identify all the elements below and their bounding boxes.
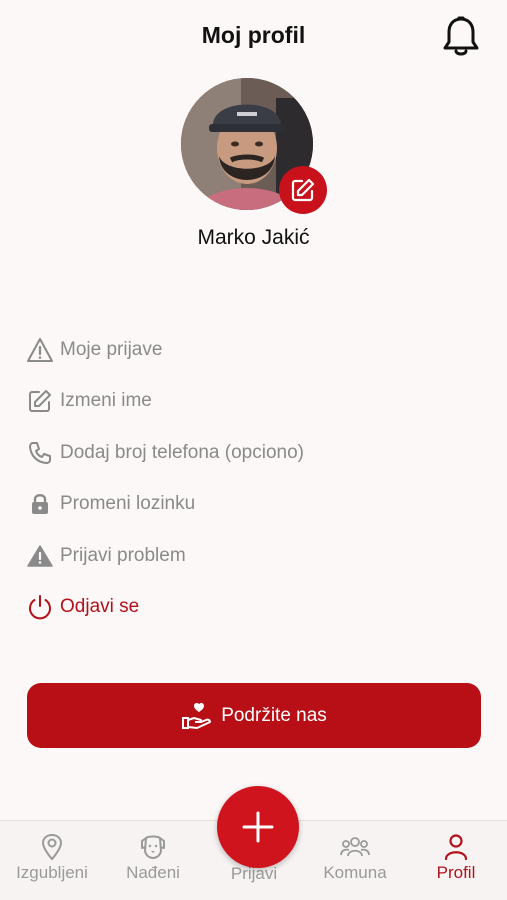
bell-icon[interactable] <box>440 14 482 60</box>
warning-filled-icon <box>26 542 54 570</box>
dog-icon <box>141 835 165 860</box>
nav-item-lost[interactable]: Izgubljeni <box>2 833 102 883</box>
menu-item-change-password[interactable]: Promeni lozinku <box>26 479 466 531</box>
menu-item-my-reports[interactable]: Moje prijave <box>26 324 466 376</box>
menu-item-logout[interactable]: Odjavi se <box>26 582 466 634</box>
menu-item-add-phone[interactable]: Dodaj broj telefona (opciono) <box>26 427 466 479</box>
location-pin-icon <box>41 833 63 861</box>
user-name: Marko Jakić <box>197 226 310 249</box>
nav-item-community[interactable]: Komuna <box>305 833 405 883</box>
edit-icon <box>291 178 315 202</box>
nav-item-label: Izgubljeni <box>16 863 88 882</box>
nav-item-found[interactable]: Nađeni <box>103 833 203 883</box>
warning-outline-icon <box>26 336 54 364</box>
avatar-wrapper <box>181 78 327 214</box>
menu-item-label: Prijavi problem <box>60 544 186 566</box>
plus-icon <box>242 811 274 843</box>
user-icon <box>444 834 468 861</box>
menu-item-report-problem[interactable]: Prijavi problem <box>26 530 466 582</box>
menu-item-label: Izmeni ime <box>60 390 152 412</box>
menu-item-label: Moje prijave <box>60 338 163 360</box>
support-us-button[interactable]: Podržite nas <box>27 683 481 748</box>
menu-item-label: Dodaj broj telefona (opciono) <box>60 441 304 463</box>
edit-avatar-button[interactable] <box>279 166 327 214</box>
edit-icon <box>26 387 54 415</box>
heart-hand-icon <box>181 700 213 732</box>
add-report-button[interactable] <box>217 786 299 868</box>
header: Moj profil <box>0 0 507 80</box>
lock-icon <box>26 490 54 518</box>
nav-item-label: Nađeni <box>126 863 180 882</box>
profile-menu: Moje prijave Izmeni ime Dodaj broj telef… <box>26 324 466 633</box>
menu-item-label: Odjavi se <box>60 596 140 618</box>
nav-item-profile[interactable]: Profil <box>406 833 506 883</box>
nav-item-label: Komuna <box>323 863 387 882</box>
support-us-label: Podržite nas <box>221 704 327 726</box>
phone-icon <box>26 439 54 467</box>
page-title: Moj profil <box>201 22 306 48</box>
power-icon <box>26 593 54 621</box>
community-icon <box>340 837 370 857</box>
nav-item-label: Profil <box>436 863 476 882</box>
menu-item-label: Promeni lozinku <box>60 493 196 515</box>
menu-item-edit-name[interactable]: Izmeni ime <box>26 376 466 428</box>
